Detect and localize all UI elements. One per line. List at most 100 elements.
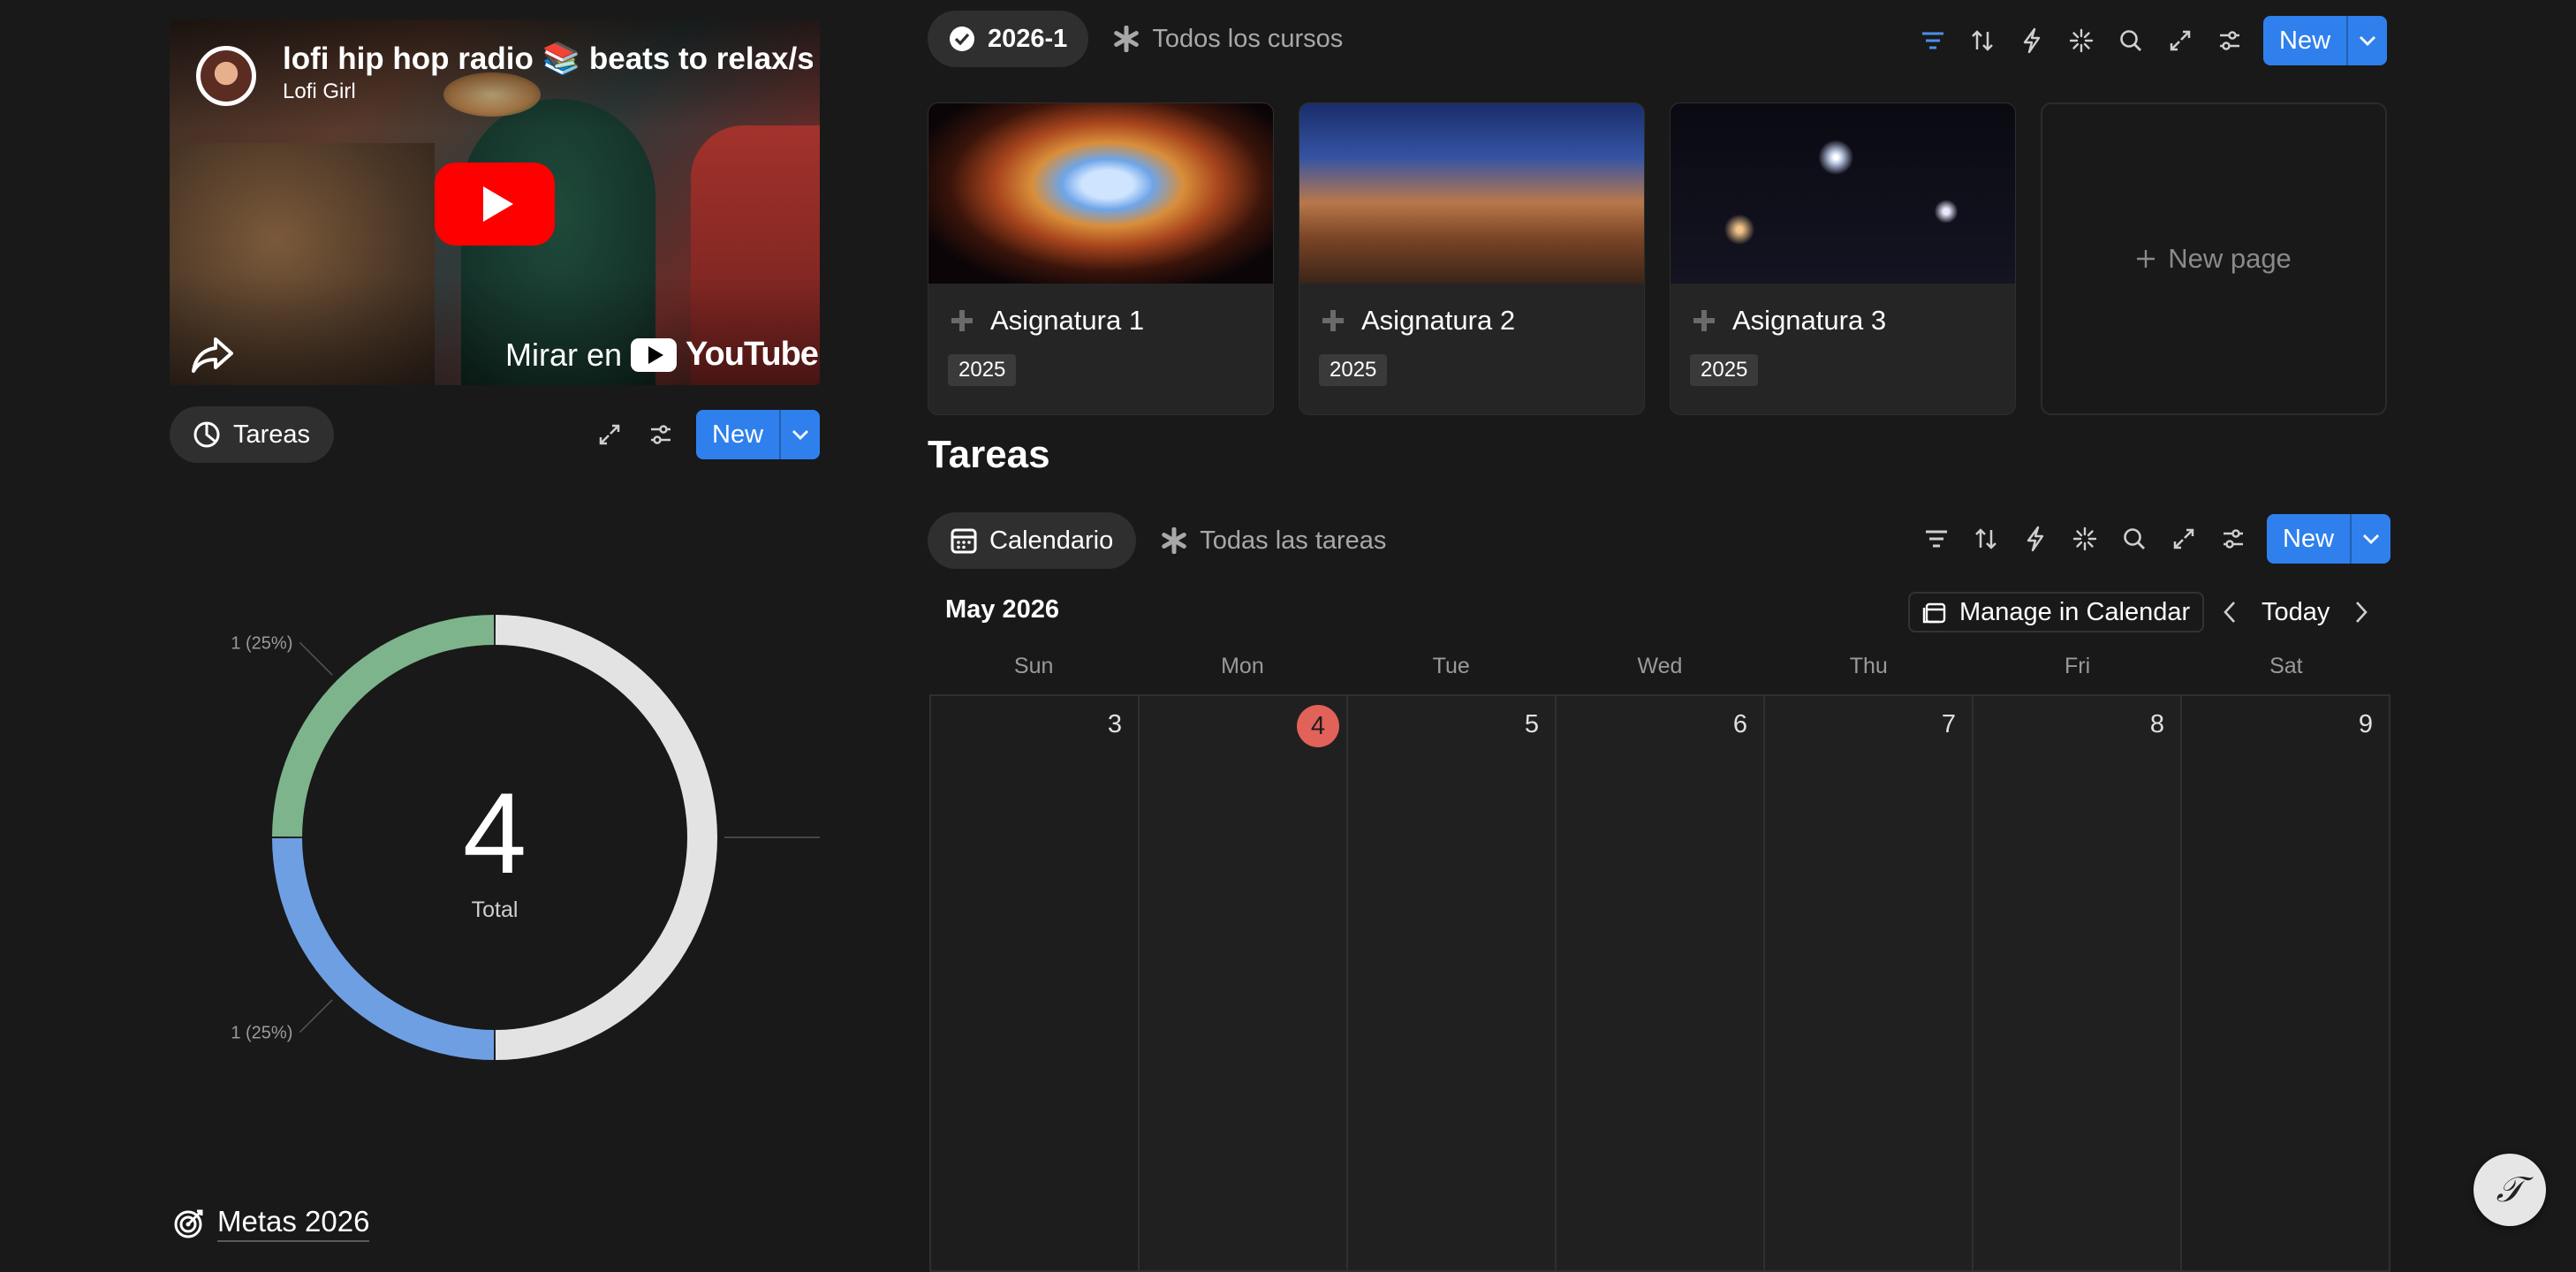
calendar-day-cell[interactable]: 6 [1557, 696, 1765, 1270]
today-button[interactable]: Today [2262, 598, 2330, 627]
automation-bolt-icon[interactable] [2014, 23, 2049, 58]
expand-icon[interactable] [2163, 23, 2198, 58]
card-title: Asignatura 1 [990, 305, 1145, 336]
calendar-day-cell[interactable]: 5 [1348, 696, 1557, 1270]
tab-label: 2026-1 [988, 24, 1068, 53]
tab-tareas-chart[interactable]: Tareas [170, 406, 334, 463]
donut-center-label: Total [472, 897, 519, 922]
plus-icon [1322, 310, 1344, 331]
asterisk-icon [1162, 527, 1187, 554]
search-icon[interactable] [2117, 521, 2152, 556]
search-icon[interactable] [2113, 23, 2148, 58]
tab-calendario[interactable]: Calendario [928, 512, 1137, 569]
calendar-day-cell[interactable]: 8 [1974, 696, 2182, 1270]
weekday-label: Wed [1637, 654, 1683, 678]
new-task-calendar-button[interactable]: New [2267, 514, 2391, 564]
filter-icon[interactable] [1919, 521, 1954, 556]
course-card[interactable]: Asignatura 2 2025 [1299, 102, 1645, 415]
settings-sliders-icon[interactable] [2212, 23, 2247, 58]
plus-icon [1693, 310, 1715, 331]
today-day-number: 4 [1297, 705, 1339, 747]
filter-icon[interactable] [1915, 23, 1951, 58]
expand-icon[interactable] [2166, 521, 2201, 556]
sort-icon[interactable] [1965, 23, 2000, 58]
donut-chart-svg: 2 (51 (25%)1 (25%)4Total [231, 615, 860, 1060]
day-number: 8 [2149, 710, 2164, 738]
new-page-card[interactable]: New page [2041, 102, 2387, 415]
play-icon [483, 186, 513, 222]
settings-sliders-icon[interactable] [643, 417, 678, 452]
course-card[interactable]: Asignatura 1 2025 [928, 102, 1274, 415]
day-number: 7 [1941, 710, 1956, 738]
tab-label: Calendario [989, 526, 1114, 555]
weekday-label: Tue [1432, 654, 1470, 678]
calendar-icon [951, 528, 977, 554]
courses-view-bar: 2026-1 Todos los cursos [928, 11, 1343, 67]
calendar-day-cell[interactable]: 3 [931, 696, 1140, 1270]
chevron-left-icon[interactable] [2223, 601, 2237, 624]
channel-avatar[interactable] [196, 46, 256, 106]
share-icon[interactable] [191, 336, 235, 375]
calendar-day-cell[interactable]: 7 [1765, 696, 1974, 1270]
asterisk-icon [1114, 26, 1140, 52]
tab-2026-1[interactable]: 2026-1 [928, 11, 1089, 67]
sparkle-icon[interactable] [2064, 23, 2099, 58]
video-channel-name[interactable]: Lofi Girl [283, 80, 356, 104]
calendar-day-cell[interactable]: 9 [2182, 696, 2389, 1270]
pie-chart-icon [193, 421, 220, 448]
donut-leader-line-1 [299, 999, 333, 1034]
donut-center-value: 4 [463, 768, 527, 897]
tasks-donut-chart: 2 (51 (25%)1 (25%)4Total [170, 583, 860, 1095]
manage-in-calendar-button[interactable]: Manage in Calendar [1908, 592, 2205, 632]
new-button-label: New [2279, 26, 2331, 55]
card-title: Asignatura 2 [1361, 305, 1516, 336]
calendar-day-cell-today[interactable]: 4 [1140, 696, 1348, 1270]
chevron-down-icon[interactable] [2346, 16, 2387, 65]
weekday-label: Fri [2064, 654, 2091, 678]
chevron-down-icon[interactable] [779, 410, 820, 459]
play-button[interactable] [435, 163, 555, 246]
day-number: 3 [1107, 710, 1122, 738]
day-number: 5 [1524, 710, 1539, 738]
goals-link[interactable]: Metas 2026 [173, 1205, 370, 1242]
sparkle-icon[interactable] [2067, 521, 2102, 556]
donut-leader-line-2 [299, 641, 333, 676]
tab-todas-las-tareas[interactable]: Todas las tareas [1161, 526, 1386, 556]
new-task-button[interactable]: New [696, 410, 821, 459]
card-cover-image [928, 103, 1273, 284]
watch-on-youtube-link[interactable]: Mirar en YouTube [505, 336, 819, 374]
expand-icon[interactable] [592, 417, 627, 452]
automation-bolt-icon[interactable] [2018, 521, 2053, 556]
help-button[interactable]: 𝒯 [2474, 1154, 2546, 1226]
new-page-label: New page [2168, 243, 2292, 274]
card-cover-image [1671, 103, 2015, 284]
courses-toolbar [1915, 23, 2247, 58]
new-course-button[interactable]: New [2263, 16, 2388, 65]
chevron-right-icon[interactable] [2354, 601, 2368, 624]
chevron-down-icon[interactable] [2350, 514, 2390, 564]
notion-face-icon: 𝒯 [2496, 1170, 2524, 1210]
tab-todos-los-cursos[interactable]: Todos los cursos [1113, 25, 1343, 54]
calendar-month-label: May 2026 [945, 595, 1059, 624]
plus-icon [951, 310, 973, 331]
section-title-tareas: Tareas [928, 433, 1050, 476]
watch-on-label: Mirar en [505, 336, 623, 373]
year-badge: 2025 [1319, 354, 1388, 386]
donut-slice-0[interactable] [495, 615, 718, 1060]
day-number: 6 [1732, 710, 1747, 738]
weekday-label: Thu [1849, 654, 1888, 678]
weekday-label: Sat [2269, 654, 2303, 678]
youtube-embed[interactable]: lofi hip hop radio 📚 beats to relax/s Lo… [170, 19, 820, 385]
donut-slice-label-1: 1 (25%) [231, 1024, 292, 1043]
tasks-toolbar [1919, 521, 2251, 556]
sort-icon[interactable] [1968, 521, 2004, 556]
video-title[interactable]: lofi hip hop radio 📚 beats to relax/s [283, 41, 813, 77]
weekday-header: Sun Mon Tue Wed Thu Fri Sat [929, 654, 2390, 679]
calendar-week-grid: 3 4 5 6 7 8 9 [929, 694, 2390, 1272]
tab-label: Todos los cursos [1152, 24, 1344, 53]
course-card[interactable]: Asignatura 3 2025 [1670, 102, 2016, 415]
settings-sliders-icon[interactable] [2216, 521, 2251, 556]
goals-label: Metas 2026 [217, 1205, 370, 1242]
youtube-logo-icon [631, 337, 678, 372]
card-cover-image [1299, 103, 1644, 284]
